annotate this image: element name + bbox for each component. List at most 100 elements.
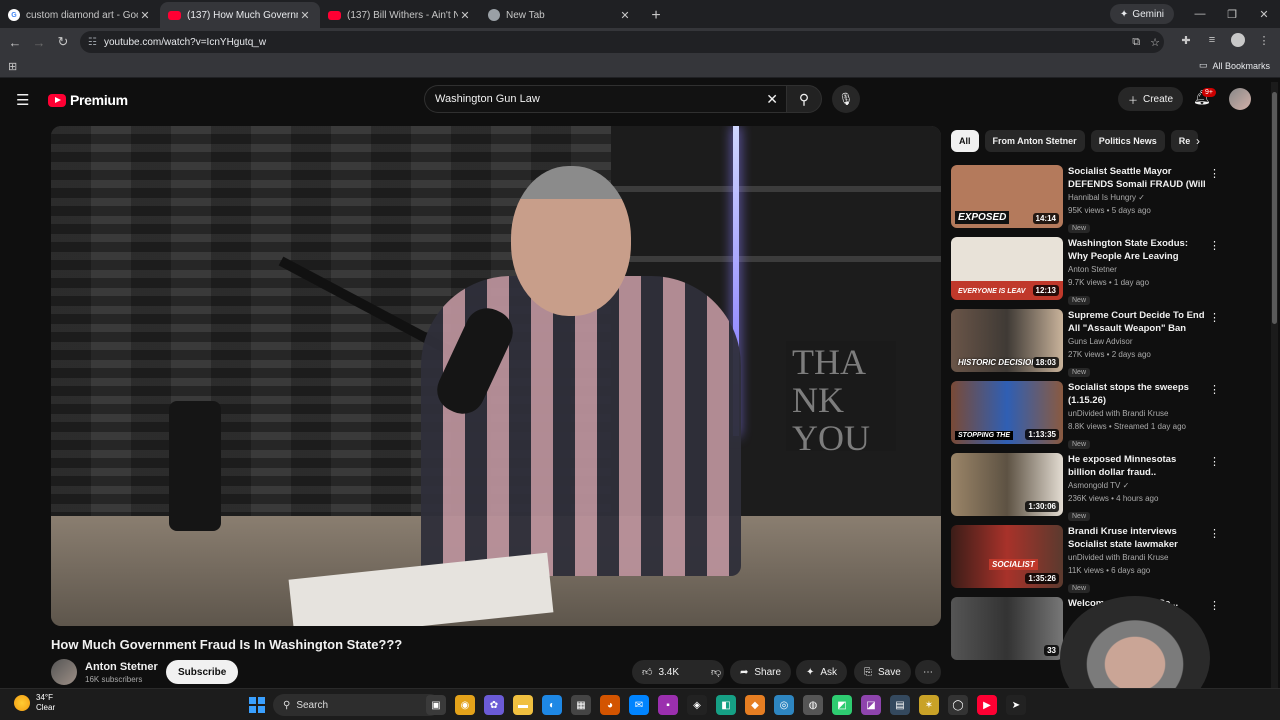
- cursor-icon[interactable]: ➤: [1006, 695, 1026, 715]
- more-vertical-icon[interactable]: ⋮: [1209, 311, 1220, 324]
- capcut-icon[interactable]: ◈: [687, 695, 707, 715]
- recommendation-title[interactable]: Socialist Seattle Mayor DEFENDS Somali F…: [1068, 165, 1206, 191]
- video-thumbnail[interactable]: EXPOSED 14:14: [951, 165, 1063, 228]
- more-menu-icon[interactable]: ⋮: [1256, 32, 1272, 48]
- video-thumbnail[interactable]: SOCIALIST 1:35:26: [951, 525, 1063, 588]
- app-icon[interactable]: ◯: [948, 695, 968, 715]
- chip-all[interactable]: All: [951, 130, 979, 152]
- recommendation-channel[interactable]: Guns Law Advisor: [1068, 335, 1206, 348]
- recommendation-title[interactable]: Brandi Kruse interviews Socialist state …: [1068, 525, 1206, 551]
- video-player[interactable]: THA NK YOU: [51, 126, 941, 626]
- store-icon[interactable]: ▦: [571, 695, 591, 715]
- edge-icon[interactable]: ◐: [542, 695, 562, 715]
- task-view-icon[interactable]: ▣: [426, 695, 446, 715]
- browser-tab[interactable]: G custom diamond art - Google S ✕: [0, 2, 160, 28]
- video-thumbnail[interactable]: HISTORIC DECISION! 18:03: [951, 309, 1063, 372]
- file-explorer-icon[interactable]: ▬: [513, 695, 533, 715]
- more-vertical-icon[interactable]: ⋮: [1209, 527, 1220, 540]
- extensions-icon[interactable]: ✚: [1178, 32, 1194, 48]
- chrome-icon[interactable]: ◉: [455, 695, 475, 715]
- app-icon[interactable]: ◧: [716, 695, 736, 715]
- dislike-button[interactable]: 👎︎: [701, 660, 731, 684]
- close-icon[interactable]: ✕: [458, 9, 472, 22]
- browser-tab[interactable]: (137) Bill Withers - Ain't No Sun ✕: [320, 2, 480, 28]
- recommendation-title[interactable]: Socialist stops the sweeps (1.15.26): [1068, 381, 1206, 407]
- profile-icon[interactable]: [1230, 32, 1246, 48]
- address-bar[interactable]: ☷ youtube.com/watch?v=IcnYHgutq_w ⧉ ☆: [80, 31, 1164, 53]
- copilot-icon[interactable]: ✿: [484, 695, 504, 715]
- save-button[interactable]: ⎘ Save: [854, 660, 911, 684]
- avatar[interactable]: [1229, 88, 1251, 110]
- app-icon[interactable]: ◎: [774, 695, 794, 715]
- recommendation-channel[interactable]: unDivided with Brandi Kruse: [1068, 551, 1206, 564]
- like-button[interactable]: 👍︎ 3.4K: [632, 660, 689, 684]
- app-icon[interactable]: ◍: [803, 695, 823, 715]
- messenger-icon[interactable]: ✉: [629, 695, 649, 715]
- video-thumbnail[interactable]: STOPPING THE 1:13:35: [951, 381, 1063, 444]
- cast-icon[interactable]: ⧉: [1132, 36, 1140, 49]
- youtube-logo[interactable]: Premium: [48, 92, 128, 108]
- browser-tab-active[interactable]: (137) How Much Government F ✕: [160, 2, 320, 28]
- recommendation-channel[interactable]: Asmongold TV: [1068, 481, 1120, 490]
- app-icon[interactable]: ◩: [832, 695, 852, 715]
- windows-start-icon[interactable]: [249, 697, 265, 713]
- list-item[interactable]: SOCIALIST 1:35:26 Brandi Kruse interview…: [951, 525, 1221, 597]
- list-item[interactable]: EXPOSED 14:14 Socialist Seattle Mayor DE…: [951, 165, 1221, 237]
- more-vertical-icon[interactable]: ⋮: [1209, 167, 1220, 180]
- share-button[interactable]: ➦ Share: [730, 660, 792, 684]
- recommendation-title[interactable]: Washington State Exodus: Why People Are …: [1068, 237, 1206, 263]
- new-tab-button[interactable]: +: [644, 4, 668, 28]
- chip-from-channel[interactable]: From Anton Stetner: [984, 130, 1085, 152]
- close-icon[interactable]: ✕: [138, 9, 152, 22]
- back-icon[interactable]: ←: [3, 30, 27, 54]
- close-icon[interactable]: ✕: [618, 9, 632, 22]
- list-item[interactable]: EVERYONE IS LEAV 12:13 Washington State …: [951, 237, 1221, 309]
- subscribe-button[interactable]: Subscribe: [166, 660, 239, 684]
- restore-icon[interactable]: ❐: [1216, 4, 1248, 24]
- more-vertical-icon[interactable]: ⋮: [1209, 383, 1220, 396]
- chevron-right-icon[interactable]: ›: [1196, 134, 1200, 148]
- apps-grid-icon[interactable]: ⊞: [8, 60, 17, 73]
- create-button[interactable]: ＋ Create: [1118, 87, 1184, 111]
- app-icon[interactable]: ▪: [658, 695, 678, 715]
- forward-icon[interactable]: →: [27, 30, 51, 54]
- video-thumbnail[interactable]: EVERYONE IS LEAV 12:13: [951, 237, 1063, 300]
- voice-search-button[interactable]: 🎙︎: [832, 85, 860, 113]
- ask-button[interactable]: ✦ Ask: [796, 660, 848, 684]
- search-input[interactable]: Washington Gun Law ✕: [424, 85, 786, 113]
- clear-icon[interactable]: ✕: [766, 91, 778, 108]
- channel-avatar[interactable]: [51, 659, 77, 685]
- gemini-button[interactable]: ✦ Gemini: [1109, 4, 1174, 24]
- list-item[interactable]: 1:30:06 He exposed Minnesotas billion do…: [951, 453, 1221, 525]
- taskbar-search[interactable]: ⚲ Search: [273, 694, 441, 716]
- search-button[interactable]: ⚲: [786, 85, 822, 113]
- reading-list-icon[interactable]: ≡: [1204, 32, 1220, 48]
- app-icon[interactable]: ▤: [890, 695, 910, 715]
- video-thumbnail[interactable]: 1:30:06: [951, 453, 1063, 516]
- recommendation-title[interactable]: He exposed Minnesotas billion dollar fra…: [1068, 453, 1206, 479]
- menu-icon[interactable]: ☰: [16, 91, 29, 109]
- more-actions-button[interactable]: ⋯: [915, 660, 941, 684]
- firefox-icon[interactable]: ◕: [600, 695, 620, 715]
- weather-widget[interactable]: 34°F Clear: [14, 693, 55, 713]
- youtube-icon[interactable]: ▶: [977, 695, 997, 715]
- more-vertical-icon[interactable]: ⋮: [1209, 599, 1220, 612]
- minimize-icon[interactable]: —: [1184, 4, 1216, 24]
- recommendation-title[interactable]: Supreme Court Decide To End All "Assault…: [1068, 309, 1206, 335]
- close-icon[interactable]: ✕: [298, 9, 312, 22]
- app-icon[interactable]: ◆: [745, 695, 765, 715]
- recommendation-channel[interactable]: Hannibal Is Hungry: [1068, 193, 1136, 202]
- list-item[interactable]: STOPPING THE 1:13:35 Socialist stops the…: [951, 381, 1221, 453]
- reload-icon[interactable]: ↻: [51, 30, 75, 54]
- chip-related[interactable]: Re: [1170, 130, 1199, 152]
- all-bookmarks-button[interactable]: ▭ All Bookmarks: [1199, 60, 1270, 71]
- recommendation-channel[interactable]: unDivided with Brandi Kruse: [1068, 407, 1206, 420]
- app-icon[interactable]: ✶: [919, 695, 939, 715]
- more-vertical-icon[interactable]: ⋮: [1209, 455, 1220, 468]
- bookmark-star-icon[interactable]: ☆: [1150, 36, 1160, 49]
- video-thumbnail[interactable]: 33: [951, 597, 1063, 660]
- recommendation-channel[interactable]: Anton Stetner: [1068, 263, 1206, 276]
- app-icon[interactable]: ◪: [861, 695, 881, 715]
- more-vertical-icon[interactable]: ⋮: [1209, 239, 1220, 252]
- scrollbar-thumb[interactable]: [1272, 92, 1277, 324]
